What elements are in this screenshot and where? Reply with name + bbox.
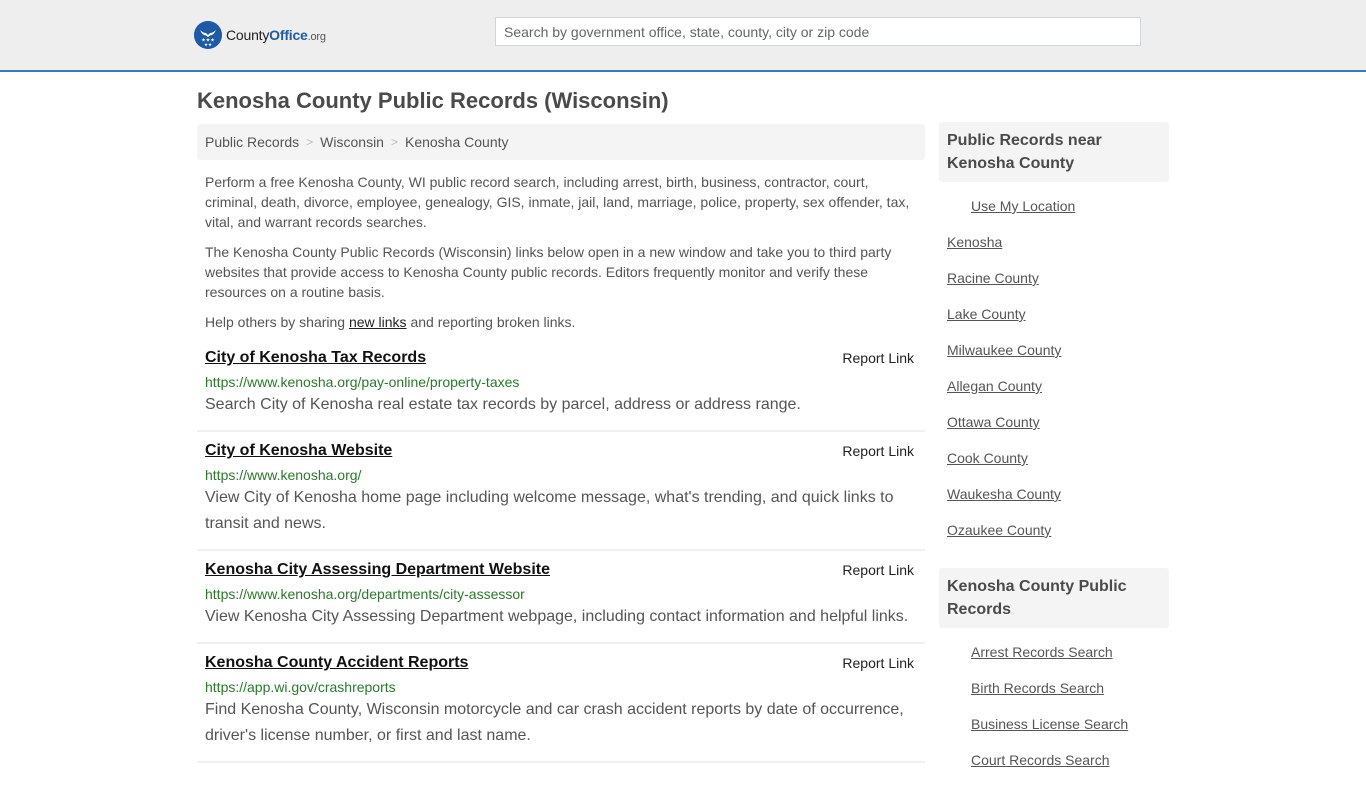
intro-text: Perform a free Kenosha County, WI public… bbox=[197, 172, 925, 332]
records-list: City of Kenosha Tax Records Report Link … bbox=[197, 344, 925, 763]
nearby-item: Ozaukee County bbox=[939, 520, 1169, 556]
county-records-list: Arrest Records Search Birth Records Sear… bbox=[939, 628, 1169, 796]
record-description: Find Kenosha County, Wisconsin motorcycl… bbox=[205, 701, 904, 744]
nearby-item: Ottawa County bbox=[939, 412, 1169, 448]
report-link-button[interactable]: Report Link bbox=[842, 350, 914, 366]
business-license-search-link[interactable]: Business License Search bbox=[971, 716, 1128, 732]
search-input[interactable] bbox=[495, 17, 1141, 46]
county-record-item: Business License Search bbox=[939, 714, 1169, 750]
arrest-records-search-link[interactable]: Arrest Records Search bbox=[971, 644, 1113, 660]
nearby-link-racine-county[interactable]: Racine County bbox=[947, 270, 1039, 286]
page-title: Kenosha County Public Records (Wisconsin… bbox=[197, 88, 669, 113]
record-item: City of Kenosha Tax Records Report Link … bbox=[197, 344, 925, 432]
intro-paragraph-1: Perform a free Kenosha County, WI public… bbox=[205, 174, 910, 230]
nearby-item: Waukesha County bbox=[939, 484, 1169, 520]
record-url[interactable]: https://www.kenosha.org/departments/city… bbox=[205, 584, 917, 604]
county-records-title: Kenosha County Public Records bbox=[939, 568, 1169, 628]
record-item: Kenosha City Assessing Department Websit… bbox=[197, 551, 925, 644]
nearby-link-ozaukee-county[interactable]: Ozaukee County bbox=[947, 522, 1051, 538]
breadcrumb-wisconsin[interactable]: Wisconsin bbox=[320, 134, 384, 150]
nearby-records-title: Public Records near Kenosha County bbox=[939, 122, 1169, 182]
record-title-link[interactable]: Kenosha City Assessing Department Websit… bbox=[205, 560, 550, 580]
nearby-link-allegan-county[interactable]: Allegan County bbox=[947, 378, 1042, 394]
nearby-link-waukesha-county[interactable]: Waukesha County bbox=[947, 486, 1061, 502]
nearby-item: Lake County bbox=[939, 304, 1169, 340]
nearby-item: Milwaukee County bbox=[939, 340, 1169, 376]
report-link-button[interactable]: Report Link bbox=[842, 655, 914, 671]
site-header: ★★★ ★★ CountyOffice.org bbox=[0, 0, 1366, 72]
nearby-link-milwaukee-county[interactable]: Milwaukee County bbox=[947, 342, 1061, 358]
breadcrumb-separator: > bbox=[306, 135, 314, 149]
nearby-item: Allegan County bbox=[939, 376, 1169, 412]
sidebar: Public Records near Kenosha County Use M… bbox=[939, 122, 1169, 796]
record-title-link[interactable]: Kenosha County Accident Reports bbox=[205, 653, 468, 673]
svg-text:★★: ★★ bbox=[204, 42, 212, 48]
report-link-button[interactable]: Report Link bbox=[842, 562, 914, 578]
record-description: Search City of Kenosha real estate tax r… bbox=[205, 396, 801, 413]
breadcrumb-separator: > bbox=[390, 135, 398, 149]
nearby-records-list: Use My Location Kenosha Racine County La… bbox=[939, 182, 1169, 566]
use-my-location-link[interactable]: Use My Location bbox=[971, 198, 1075, 214]
report-link-button[interactable]: Report Link bbox=[842, 443, 914, 459]
intro-paragraph-3: Help others by sharing new links and rep… bbox=[205, 314, 576, 330]
record-description: View Kenosha City Assessing Department w… bbox=[205, 608, 909, 625]
breadcrumb: Public Records > Wisconsin > Kenosha Cou… bbox=[197, 124, 925, 160]
nearby-link-cook-county[interactable]: Cook County bbox=[947, 450, 1028, 466]
nearby-link-kenosha[interactable]: Kenosha bbox=[947, 234, 1002, 250]
nearby-link-lake-county[interactable]: Lake County bbox=[947, 306, 1026, 322]
county-record-item: Birth Records Search bbox=[939, 678, 1169, 714]
nearby-link-ottawa-county[interactable]: Ottawa County bbox=[947, 414, 1040, 430]
county-record-item: Court Records Search bbox=[939, 750, 1169, 786]
record-description: View City of Kenosha home page including… bbox=[205, 489, 894, 532]
breadcrumb-kenosha-county[interactable]: Kenosha County bbox=[405, 134, 509, 150]
new-links-link[interactable]: new links bbox=[349, 314, 407, 330]
logo-wordmark: CountyOffice.org bbox=[226, 27, 326, 43]
main-content: Public Records > Wisconsin > Kenosha Cou… bbox=[197, 124, 925, 763]
county-record-item: Arrest Records Search bbox=[939, 642, 1169, 678]
breadcrumb-public-records[interactable]: Public Records bbox=[205, 134, 299, 150]
intro-paragraph-2: The Kenosha County Public Records (Wisco… bbox=[205, 244, 892, 300]
nearby-item: Cook County bbox=[939, 448, 1169, 484]
nearby-item: Kenosha bbox=[939, 232, 1169, 268]
use-location-item: Use My Location bbox=[939, 196, 1169, 232]
court-records-search-link[interactable]: Court Records Search bbox=[971, 752, 1110, 768]
birth-records-search-link[interactable]: Birth Records Search bbox=[971, 680, 1104, 696]
record-url[interactable]: https://app.wi.gov/crashreports bbox=[205, 677, 917, 697]
site-logo[interactable]: ★★★ ★★ CountyOffice.org bbox=[194, 21, 326, 49]
record-item: City of Kenosha Website Report Link http… bbox=[197, 432, 925, 551]
eagle-stars-badge-icon: ★★★ ★★ bbox=[194, 21, 222, 49]
county-records-box: Kenosha County Public Records Arrest Rec… bbox=[939, 568, 1169, 796]
record-title-link[interactable]: City of Kenosha Tax Records bbox=[205, 348, 426, 368]
record-url[interactable]: https://www.kenosha.org/ bbox=[205, 465, 917, 485]
record-url[interactable]: https://www.kenosha.org/pay-online/prope… bbox=[205, 372, 917, 392]
record-title-link[interactable]: City of Kenosha Website bbox=[205, 441, 392, 461]
nearby-records-box: Public Records near Kenosha County Use M… bbox=[939, 122, 1169, 566]
record-item: Kenosha County Accident Reports Report L… bbox=[197, 644, 925, 763]
nearby-item: Racine County bbox=[939, 268, 1169, 304]
